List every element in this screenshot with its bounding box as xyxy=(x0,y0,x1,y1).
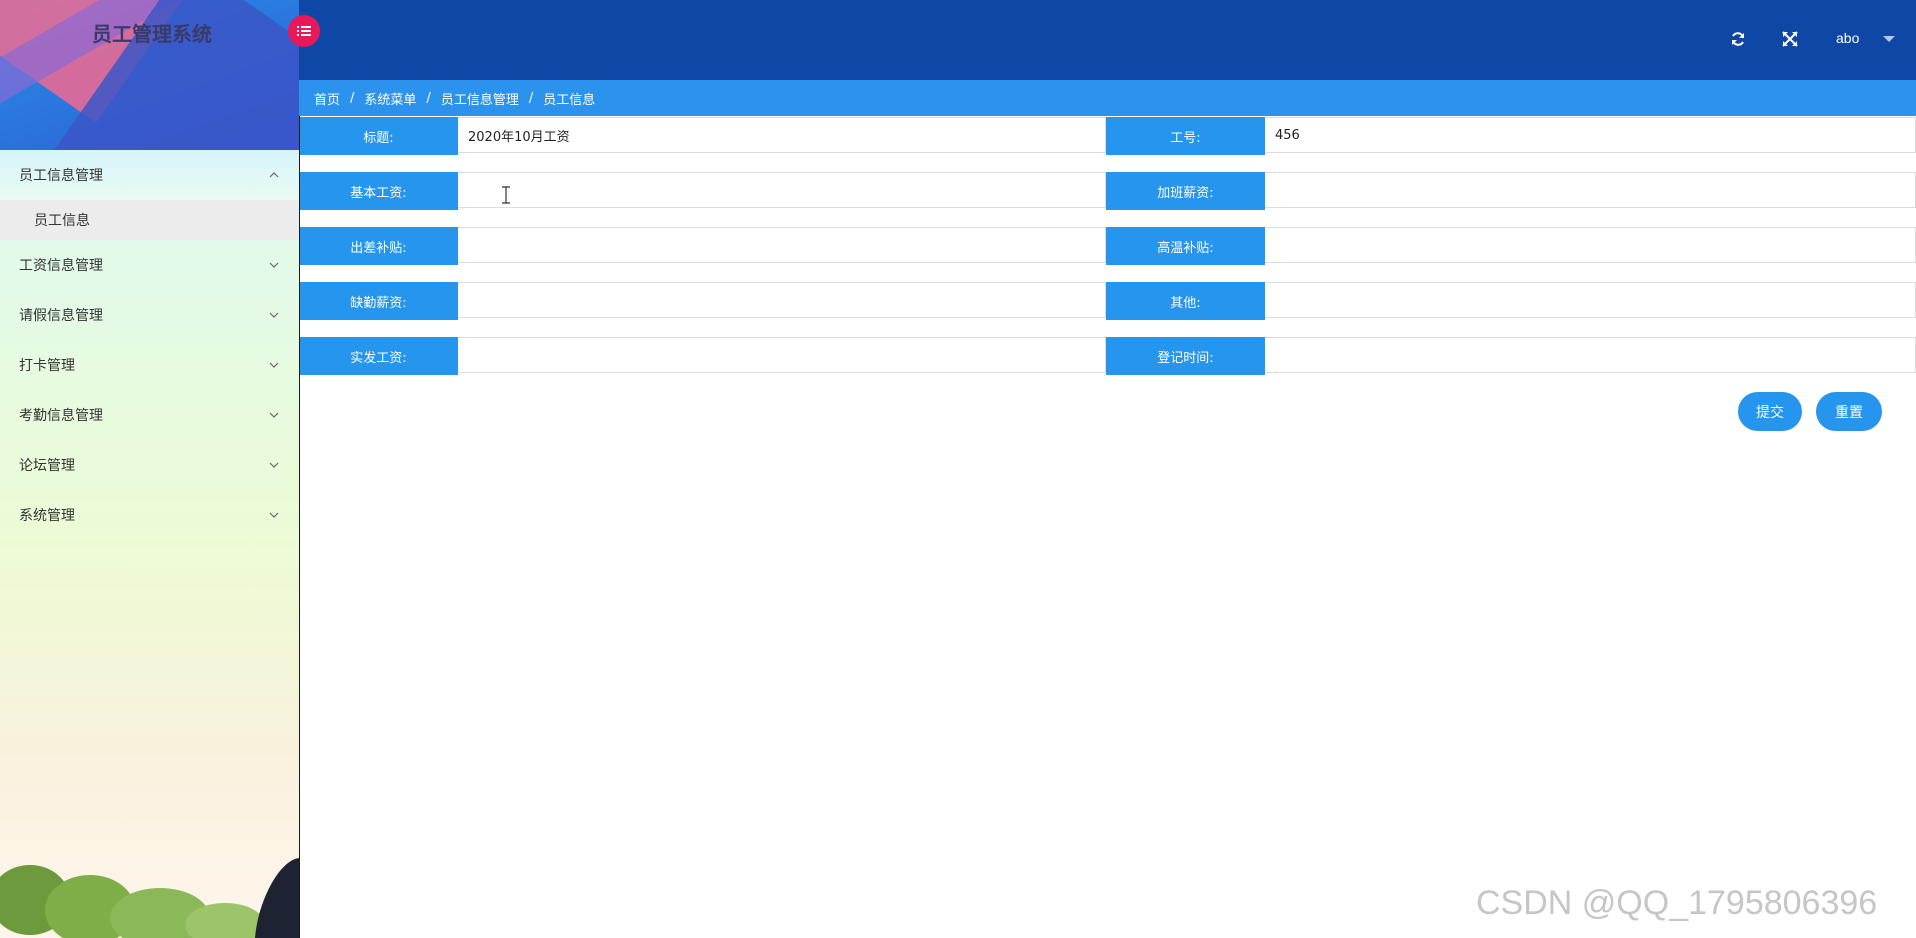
sidebar-subitem-label: 员工信息 xyxy=(34,213,90,229)
sidebar-item-label: 员工信息管理 xyxy=(19,168,103,184)
absence-deduction-label: 缺勤薪资: xyxy=(299,282,458,320)
sidebar-item-label: 打卡管理 xyxy=(19,358,75,374)
chevron-down-icon xyxy=(269,262,279,268)
top-bar xyxy=(299,0,1916,80)
chevron-up-icon xyxy=(269,172,279,178)
travel-allowance-input[interactable] xyxy=(458,227,1106,263)
form-row: 缺勤薪资: 其他: xyxy=(299,282,1916,322)
sidebar-item-label: 请假信息管理 xyxy=(19,308,103,324)
text-cursor-icon xyxy=(502,186,510,204)
breadcrumb-item[interactable]: 员工信息管理 xyxy=(441,89,519,108)
sidebar-item-label: 系统管理 xyxy=(19,508,75,524)
reset-button[interactable]: 重置 xyxy=(1816,392,1882,431)
chevron-down-icon xyxy=(269,412,279,418)
sidebar-item-label: 工资信息管理 xyxy=(19,258,103,274)
employee-id-label: 工号: xyxy=(1106,117,1265,155)
menu-collapse-icon xyxy=(297,26,311,36)
form-row: 基本工资: 加班薪资: xyxy=(299,172,1916,212)
net-salary-input[interactable] xyxy=(458,337,1106,373)
sidebar-item-attendance-management[interactable]: 考勤信息管理 xyxy=(0,390,299,440)
chevron-down-icon xyxy=(269,512,279,518)
sidebar: 员工管理系统 员工信息管理 员工信息 工资信息管理 请假信息管理 打卡管理 考勤… xyxy=(0,0,299,938)
employee-id-input[interactable] xyxy=(1265,117,1916,153)
other-input[interactable] xyxy=(1265,282,1916,318)
sidebar-item-salary-management[interactable]: 工资信息管理 xyxy=(0,240,299,290)
sidebar-item-system-management[interactable]: 系统管理 xyxy=(0,490,299,540)
sidebar-subitem-employee-info[interactable]: 员工信息 xyxy=(0,200,299,240)
other-label: 其他: xyxy=(1106,282,1265,320)
base-salary-label: 基本工资: xyxy=(299,172,458,210)
registration-time-input[interactable] xyxy=(1265,337,1916,373)
absence-deduction-input[interactable] xyxy=(458,282,1106,318)
caret-down-icon[interactable] xyxy=(1883,36,1895,42)
sidebar-menu: 员工信息管理 员工信息 工资信息管理 请假信息管理 打卡管理 考勤信息管理 论坛… xyxy=(0,150,299,540)
form-row: 出差补贴: 高温补贴: xyxy=(299,227,1916,267)
sidebar-item-clock-in-management[interactable]: 打卡管理 xyxy=(0,340,299,390)
chevron-down-icon xyxy=(269,462,279,468)
chevron-down-icon xyxy=(269,312,279,318)
breadcrumb-current: 员工信息 xyxy=(543,92,596,108)
sidebar-item-forum-management[interactable]: 论坛管理 xyxy=(0,440,299,490)
sidebar-header: 员工管理系统 xyxy=(0,0,299,150)
sidebar-background-trees xyxy=(0,858,299,938)
refresh-icon[interactable] xyxy=(1729,30,1747,48)
net-salary-label: 实发工资: xyxy=(299,337,458,375)
breadcrumb-separator: / xyxy=(426,90,431,106)
sidebar-item-leave-management[interactable]: 请假信息管理 xyxy=(0,290,299,340)
submit-button[interactable]: 提交 xyxy=(1738,392,1802,431)
overtime-pay-label: 加班薪资: xyxy=(1106,172,1265,210)
content-divider xyxy=(299,116,300,938)
overtime-pay-input[interactable] xyxy=(1265,172,1916,208)
user-menu[interactable]: abo xyxy=(1836,30,1859,46)
title-input[interactable] xyxy=(458,117,1106,153)
menu-collapse-button[interactable] xyxy=(288,15,320,47)
breadcrumb-separator: / xyxy=(528,90,534,106)
sidebar-item-label: 论坛管理 xyxy=(19,458,75,474)
heat-allowance-label: 高温补贴: xyxy=(1106,227,1265,265)
fullscreen-icon[interactable] xyxy=(1781,30,1799,48)
title-label: 标题: xyxy=(299,117,458,155)
breadcrumb-home[interactable]: 首页 xyxy=(314,89,340,108)
heat-allowance-input[interactable] xyxy=(1265,227,1916,263)
registration-time-label: 登记时间: xyxy=(1106,337,1265,375)
travel-allowance-label: 出差补贴: xyxy=(299,227,458,265)
form-row: 实发工资: 登记时间: xyxy=(299,337,1916,377)
sidebar-item-employee-info-management[interactable]: 员工信息管理 xyxy=(0,150,299,200)
sidebar-item-label: 考勤信息管理 xyxy=(19,408,103,424)
base-salary-input[interactable] xyxy=(458,172,1106,208)
chevron-down-icon xyxy=(269,362,279,368)
app-title: 员工管理系统 xyxy=(92,22,212,46)
form-row: 标题: 工号: xyxy=(299,117,1916,157)
breadcrumb: 首页 / 系统菜单 / 员工信息管理 / 员工信息 xyxy=(299,80,1916,116)
watermark: CSDN @QQ_1795806396 xyxy=(1476,884,1878,922)
breadcrumb-item[interactable]: 系统菜单 xyxy=(364,89,416,108)
breadcrumb-separator: / xyxy=(350,90,355,106)
